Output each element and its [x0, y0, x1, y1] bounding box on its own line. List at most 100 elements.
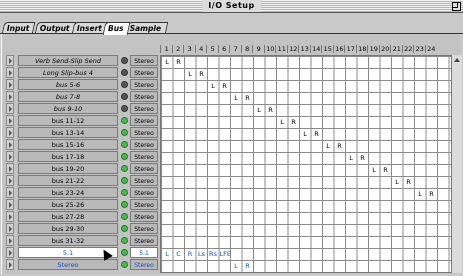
expand-triangle-icon[interactable]: [6, 163, 14, 174]
path-name-field[interactable]: bus 9-10: [18, 103, 118, 114]
channel-format-selector[interactable]: Stereo: [130, 259, 158, 270]
channel-format-selector[interactable]: Stereo: [130, 199, 158, 210]
path-active-indicator-icon[interactable]: [121, 117, 128, 124]
path-name-field[interactable]: bus 5-6: [18, 79, 118, 90]
path-active-indicator-icon[interactable]: [121, 189, 128, 196]
expand-triangle-icon[interactable]: [6, 139, 14, 150]
path-active-indicator-icon[interactable]: [121, 165, 128, 172]
channel-format-selector[interactable]: Stereo: [130, 91, 158, 102]
path-active-indicator-icon[interactable]: [121, 105, 128, 112]
expand-triangle-icon[interactable]: [6, 127, 14, 138]
channel-assignment-cell[interactable]: L: [346, 153, 356, 163]
channel-format-selector[interactable]: Stereo: [130, 211, 158, 222]
channel-format-selector[interactable]: Stereo: [130, 187, 158, 198]
path-name-field[interactable]: bus 21-22: [18, 175, 118, 186]
channel-format-selector[interactable]: 5.1: [130, 247, 158, 258]
channel-format-selector[interactable]: Stereo: [130, 115, 158, 126]
expand-triangle-icon[interactable]: [6, 151, 14, 162]
expand-triangle-icon[interactable]: [6, 175, 14, 186]
expand-triangle-icon[interactable]: [6, 259, 14, 270]
channel-format-selector[interactable]: Stereo: [130, 151, 158, 162]
channel-assignment-cell[interactable]: R: [427, 189, 437, 199]
path-name-field[interactable]: bus 13-14: [18, 127, 118, 138]
expand-triangle-icon[interactable]: [6, 199, 14, 210]
expand-triangle-icon[interactable]: [6, 55, 14, 66]
expand-triangle-icon[interactable]: [6, 67, 14, 78]
path-active-indicator-icon[interactable]: [121, 153, 128, 160]
path-active-indicator-icon[interactable]: [121, 57, 128, 64]
path-name-field[interactable]: bus 29-30: [18, 223, 118, 234]
channel-format-selector[interactable]: Stereo: [130, 163, 158, 174]
channel-format-selector[interactable]: Stereo: [130, 235, 158, 246]
path-name-field[interactable]: bus 7-8: [18, 91, 118, 102]
channel-assignment-cell[interactable]: L: [162, 249, 172, 259]
channel-assignment-cell[interactable]: L: [392, 177, 402, 187]
expand-triangle-icon[interactable]: [6, 103, 14, 114]
channel-assignment-cell[interactable]: R: [243, 93, 253, 103]
path-name-field[interactable]: bus 27-28: [18, 211, 118, 222]
expand-triangle-icon[interactable]: [6, 79, 14, 90]
path-active-indicator-icon[interactable]: [121, 141, 128, 148]
channel-format-selector[interactable]: Stereo: [130, 67, 158, 78]
expand-triangle-icon[interactable]: [6, 235, 14, 246]
path-active-indicator-icon[interactable]: [121, 249, 128, 256]
channel-assignment-cell[interactable]: L: [231, 261, 241, 271]
channel-assignment-cell[interactable]: L: [415, 189, 425, 199]
expand-triangle-icon[interactable]: [6, 91, 14, 102]
channel-assignment-cell[interactable]: R: [289, 117, 299, 127]
path-name-field[interactable]: bus 25-26: [18, 199, 118, 210]
channel-assignment-cell[interactable]: L: [185, 69, 195, 79]
channel-assignment-cell[interactable]: L: [277, 117, 287, 127]
channel-assignment-cell[interactable]: C: [174, 249, 184, 259]
path-name-field[interactable]: Verb Send-Slip Send: [18, 55, 118, 66]
expand-triangle-icon[interactable]: [6, 247, 14, 258]
channel-assignment-cell[interactable]: Ls: [197, 249, 207, 259]
path-name-field[interactable]: Long Slip-bus 4: [18, 67, 118, 78]
path-name-field[interactable]: bus 15-16: [18, 139, 118, 150]
path-name-field[interactable]: bus 11-12: [18, 115, 118, 126]
channel-assignment-cell[interactable]: R: [381, 165, 391, 175]
channel-assignment-cell[interactable]: R: [220, 81, 230, 91]
scroll-up-arrow-icon[interactable]: [453, 56, 461, 64]
channel-assignment-cell[interactable]: L: [369, 165, 379, 175]
channel-assignment-cell[interactable]: R: [266, 105, 276, 115]
channel-assignment-cell[interactable]: Rs: [208, 249, 218, 259]
channel-format-selector[interactable]: Stereo: [130, 139, 158, 150]
path-active-indicator-icon[interactable]: [121, 261, 128, 268]
channel-assignment-cell[interactable]: L: [254, 105, 264, 115]
zoom-box-icon[interactable]: [452, 2, 461, 11]
channel-format-selector[interactable]: Stereo: [130, 175, 158, 186]
path-active-indicator-icon[interactable]: [121, 237, 128, 244]
expand-triangle-icon[interactable]: [6, 211, 14, 222]
channel-assignment-cell[interactable]: L: [300, 129, 310, 139]
channel-assignment-cell[interactable]: L: [231, 93, 241, 103]
path-name-field[interactable]: bus 31-32: [18, 235, 118, 246]
assignment-grid[interactable]: L R L R L R L R L R L R L R L R L R L R L R L R L C R Ls Rs LFE L R: [160, 55, 452, 273]
path-active-indicator-icon[interactable]: [121, 69, 128, 76]
path-name-field[interactable]: bus 23-24: [18, 187, 118, 198]
channel-assignment-cell[interactable]: R: [335, 141, 345, 151]
channel-assignment-cell[interactable]: L: [208, 81, 218, 91]
expand-triangle-icon[interactable]: [6, 187, 14, 198]
channel-format-selector[interactable]: Stereo: [130, 55, 158, 66]
channel-assignment-cell[interactable]: R: [243, 261, 253, 271]
path-name-field[interactable]: bus 17-18: [18, 151, 118, 162]
expand-triangle-icon[interactable]: [6, 223, 14, 234]
channel-format-selector[interactable]: Stereo: [130, 79, 158, 90]
tab-bus[interactable]: Bus: [102, 22, 130, 35]
channel-format-selector[interactable]: Stereo: [130, 127, 158, 138]
path-active-indicator-icon[interactable]: [121, 81, 128, 88]
channel-format-selector[interactable]: Stereo: [130, 223, 158, 234]
expand-triangle-icon[interactable]: [6, 115, 14, 126]
path-name-field[interactable]: bus 19-20: [18, 163, 118, 174]
channel-assignment-cell[interactable]: L: [323, 141, 333, 151]
path-active-indicator-icon[interactable]: [121, 129, 128, 136]
channel-assignment-cell[interactable]: LFE: [220, 249, 231, 259]
path-active-indicator-icon[interactable]: [121, 213, 128, 220]
channel-assignment-cell[interactable]: L: [162, 57, 172, 67]
channel-assignment-cell[interactable]: R: [404, 177, 414, 187]
path-active-indicator-icon[interactable]: [121, 177, 128, 184]
channel-format-selector[interactable]: Stereo: [130, 103, 158, 114]
channel-assignment-cell[interactable]: R: [197, 69, 207, 79]
path-name-field[interactable]: Stereo: [18, 259, 118, 270]
